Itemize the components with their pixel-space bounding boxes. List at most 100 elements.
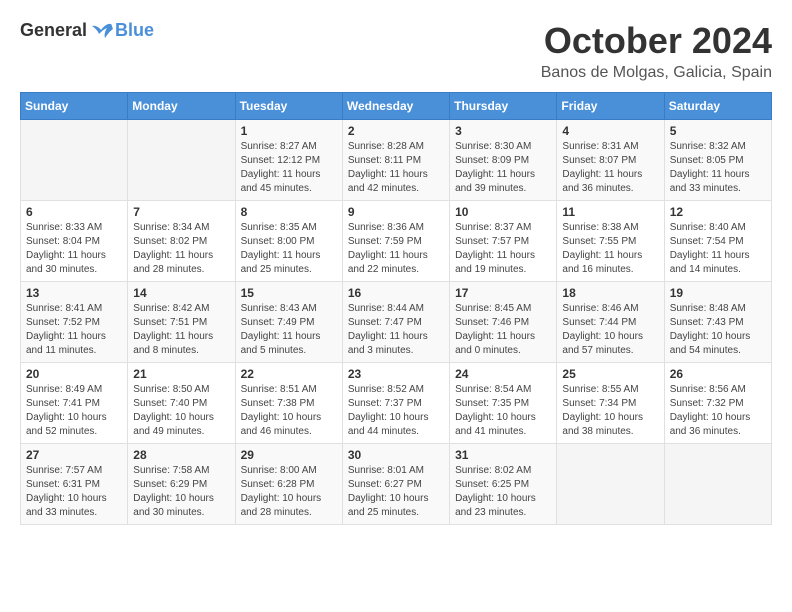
day-info: Sunrise: 8:50 AMSunset: 7:40 PMDaylight:…	[133, 383, 229, 439]
day-info: Sunrise: 8:49 AMSunset: 7:41 PMDaylight:…	[26, 383, 122, 439]
day-number: 8	[241, 205, 337, 219]
day-info: Sunrise: 8:45 AMSunset: 7:46 PMDaylight:…	[455, 302, 551, 358]
day-info: Sunrise: 8:01 AMSunset: 6:27 PMDaylight:…	[348, 464, 444, 520]
calendar-cell: 8 Sunrise: 8:35 AMSunset: 8:00 PMDaylight…	[235, 201, 342, 282]
day-info: Sunrise: 8:00 AMSunset: 6:28 PMDaylight:…	[241, 464, 337, 520]
calendar-cell: 20 Sunrise: 8:49 AMSunset: 7:41 PMDayligh…	[21, 363, 128, 444]
day-info: Sunrise: 8:51 AMSunset: 7:38 PMDaylight:…	[241, 383, 337, 439]
calendar-cell: 28Sunrise: 7:58 AMSunset: 6:29 PMDayligh…	[128, 444, 235, 525]
calendar-cell	[21, 120, 128, 201]
day-info: Sunrise: 8:37 AMSunset: 7:57 PMDaylight:…	[455, 221, 551, 277]
calendar-cell	[664, 444, 771, 525]
calendar-week-row: 6Sunrise: 8:33 AMSunset: 8:04 PMDaylight…	[21, 201, 772, 282]
day-info: Sunrise: 8:41 AMSunset: 7:52 PMDaylight:…	[26, 302, 122, 358]
day-number: 1	[241, 124, 337, 138]
calendar-week-row: 27 Sunrise: 7:57 AMSunset: 6:31 PMDayligh…	[21, 444, 772, 525]
day-info: Sunrise: 8:44 AMSunset: 7:47 PMDaylight:…	[348, 302, 444, 358]
month-title: October 2024	[541, 20, 772, 62]
logo: General Blue	[20, 20, 154, 41]
calendar-cell: 9 Sunrise: 8:36 AMSunset: 7:59 PMDaylight…	[342, 201, 449, 282]
calendar-cell: 6Sunrise: 8:33 AMSunset: 8:04 PMDaylight…	[21, 201, 128, 282]
day-number: 4	[562, 124, 658, 138]
calendar-cell: 7 Sunrise: 8:34 AMSunset: 8:02 PMDaylight…	[128, 201, 235, 282]
day-info: Sunrise: 8:31 AMSunset: 8:07 PMDaylight:…	[562, 140, 658, 196]
day-info: Sunrise: 7:57 AMSunset: 6:31 PMDaylight:…	[26, 464, 122, 520]
calendar-cell: 16 Sunrise: 8:44 AMSunset: 7:47 PMDayligh…	[342, 282, 449, 363]
calendar-cell: 23 Sunrise: 8:52 AMSunset: 7:37 PMDayligh…	[342, 363, 449, 444]
day-info: Sunrise: 8:43 AMSunset: 7:49 PMDaylight:…	[241, 302, 337, 358]
day-number: 6	[26, 205, 122, 219]
day-number: 26	[670, 367, 766, 381]
weekday-header: Saturday	[664, 93, 771, 120]
calendar-cell: 2 Sunrise: 8:28 AMSunset: 8:11 PMDaylight…	[342, 120, 449, 201]
day-number: 30	[348, 448, 444, 462]
calendar-cell	[128, 120, 235, 201]
logo-bird-icon	[91, 22, 115, 40]
day-info: Sunrise: 7:58 AMSunset: 6:29 PMDaylight:…	[133, 464, 229, 520]
day-number: 29	[241, 448, 337, 462]
calendar-table: SundayMondayTuesdayWednesdayThursdayFrid…	[20, 92, 772, 525]
day-number: 27	[26, 448, 122, 462]
day-info: Sunrise: 8:48 AMSunset: 7:43 PMDaylight:…	[670, 302, 766, 358]
day-info: Sunrise: 8:36 AMSunset: 7:59 PMDaylight:…	[348, 221, 444, 277]
calendar-cell: 25 Sunrise: 8:55 AMSunset: 7:34 PMDayligh…	[557, 363, 664, 444]
day-number: 13	[26, 286, 122, 300]
location-text: Banos de Molgas, Galicia, Spain	[541, 64, 772, 82]
day-info: Sunrise: 8:32 AMSunset: 8:05 PMDaylight:…	[670, 140, 766, 196]
calendar-cell: 27 Sunrise: 7:57 AMSunset: 6:31 PMDayligh…	[21, 444, 128, 525]
day-number: 9	[348, 205, 444, 219]
calendar-header-row: SundayMondayTuesdayWednesdayThursdayFrid…	[21, 93, 772, 120]
day-info: Sunrise: 8:42 AMSunset: 7:51 PMDaylight:…	[133, 302, 229, 358]
calendar-cell: 21 Sunrise: 8:50 AMSunset: 7:40 PMDayligh…	[128, 363, 235, 444]
page-header: General Blue October 2024 Banos de Molga…	[20, 20, 772, 82]
day-number: 14	[133, 286, 229, 300]
calendar-cell: 11Sunrise: 8:38 AMSunset: 7:55 PMDayligh…	[557, 201, 664, 282]
calendar-cell: 13 Sunrise: 8:41 AMSunset: 7:52 PMDayligh…	[21, 282, 128, 363]
day-info: Sunrise: 8:28 AMSunset: 8:11 PMDaylight:…	[348, 140, 444, 196]
day-number: 16	[348, 286, 444, 300]
day-info: Sunrise: 8:30 AMSunset: 8:09 PMDaylight:…	[455, 140, 551, 196]
day-number: 10	[455, 205, 551, 219]
day-info: Sunrise: 8:02 AMSunset: 6:25 PMDaylight:…	[455, 464, 551, 520]
day-number: 20	[26, 367, 122, 381]
weekday-header: Wednesday	[342, 93, 449, 120]
day-info: Sunrise: 8:35 AMSunset: 8:00 PMDaylight:…	[241, 221, 337, 277]
logo-general-text: General	[20, 20, 87, 41]
title-section: October 2024 Banos de Molgas, Galicia, S…	[541, 20, 772, 82]
calendar-cell: 30 Sunrise: 8:01 AMSunset: 6:27 PMDayligh…	[342, 444, 449, 525]
calendar-cell: 10 Sunrise: 8:37 AMSunset: 7:57 PMDayligh…	[450, 201, 557, 282]
day-number: 21	[133, 367, 229, 381]
day-number: 5	[670, 124, 766, 138]
calendar-cell: 18Sunrise: 8:46 AMSunset: 7:44 PMDayligh…	[557, 282, 664, 363]
day-number: 22	[241, 367, 337, 381]
calendar-cell: 22 Sunrise: 8:51 AMSunset: 7:38 PMDayligh…	[235, 363, 342, 444]
calendar-cell	[557, 444, 664, 525]
day-number: 18	[562, 286, 658, 300]
calendar-cell: 1 Sunrise: 8:27 AMSunset: 12:12 PMDayligh…	[235, 120, 342, 201]
calendar-cell: 15Sunrise: 8:43 AMSunset: 7:49 PMDayligh…	[235, 282, 342, 363]
weekday-header: Tuesday	[235, 93, 342, 120]
calendar-cell: 29 Sunrise: 8:00 AMSunset: 6:28 PMDayligh…	[235, 444, 342, 525]
calendar-cell: 17 Sunrise: 8:45 AMSunset: 7:46 PMDayligh…	[450, 282, 557, 363]
day-info: Sunrise: 8:40 AMSunset: 7:54 PMDaylight:…	[670, 221, 766, 277]
day-info: Sunrise: 8:27 AMSunset: 12:12 PMDaylight…	[241, 140, 337, 196]
day-number: 19	[670, 286, 766, 300]
weekday-header: Monday	[128, 93, 235, 120]
day-info: Sunrise: 8:55 AMSunset: 7:34 PMDaylight:…	[562, 383, 658, 439]
day-number: 7	[133, 205, 229, 219]
calendar-cell: 24Sunrise: 8:54 AMSunset: 7:35 PMDayligh…	[450, 363, 557, 444]
day-number: 25	[562, 367, 658, 381]
day-number: 17	[455, 286, 551, 300]
calendar-cell: 26Sunrise: 8:56 AMSunset: 7:32 PMDayligh…	[664, 363, 771, 444]
day-number: 2	[348, 124, 444, 138]
calendar-cell: 31Sunrise: 8:02 AMSunset: 6:25 PMDayligh…	[450, 444, 557, 525]
day-number: 23	[348, 367, 444, 381]
calendar-cell: 3 Sunrise: 8:30 AMSunset: 8:09 PMDaylight…	[450, 120, 557, 201]
weekday-header: Sunday	[21, 93, 128, 120]
calendar-week-row: 13 Sunrise: 8:41 AMSunset: 7:52 PMDayligh…	[21, 282, 772, 363]
day-number: 3	[455, 124, 551, 138]
day-info: Sunrise: 8:34 AMSunset: 8:02 PMDaylight:…	[133, 221, 229, 277]
calendar-cell: 4 Sunrise: 8:31 AMSunset: 8:07 PMDaylight…	[557, 120, 664, 201]
day-info: Sunrise: 8:52 AMSunset: 7:37 PMDaylight:…	[348, 383, 444, 439]
calendar-cell: 14 Sunrise: 8:42 AMSunset: 7:51 PMDayligh…	[128, 282, 235, 363]
